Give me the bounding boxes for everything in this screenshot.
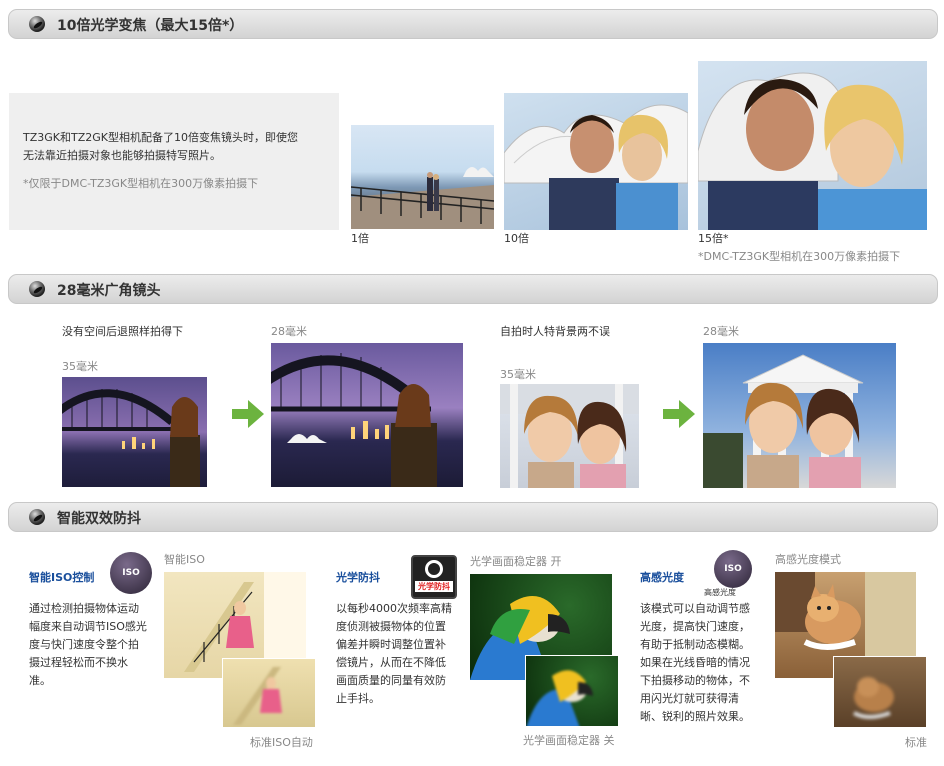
bridge-photo-28mm: [271, 343, 463, 487]
label-35mm-left: 35毫米: [62, 360, 98, 373]
section-header-wide: 28毫米广角镜头: [8, 274, 938, 304]
ois-body-line: 偿镜片，从而在不降低: [336, 656, 446, 669]
ois-body-line: 度侦测被摄物体的位置: [336, 620, 446, 633]
zoom-photo-15x: [698, 61, 927, 230]
caption-10x: 10倍: [504, 232, 529, 245]
zoom-photo-1x: [351, 125, 494, 229]
ois-badge-label: 光学防抖: [415, 581, 453, 592]
ois-heading: 光学防抖: [336, 571, 380, 584]
iso-body-line: 摄过程轻松而不换水: [29, 656, 128, 669]
high-body-line: 晰、锐利的照片效果。: [640, 710, 750, 723]
ois-body: 以每秒4000次频率高精 度侦测被摄物体的位置 偏差并瞬时调整位置补 偿镜片，从…: [336, 600, 452, 708]
zoom-description-box: TZ3GK和TZ2GK型相机配备了10倍变焦镜头时，即使您 无法靠近拍摄对象也能…: [9, 93, 339, 230]
high-body: 该模式可以自动调节感 光度，提高快门速度， 有助于抵制动态模糊。 如果在光线昏暗…: [640, 600, 750, 726]
section-title: 28毫米广角镜头: [57, 283, 161, 299]
iso-body-line: 幅度来自动调节ISO感光: [29, 620, 147, 633]
iso-body-line: 准。: [29, 674, 51, 687]
iso-body: 通过检测拍摄物体运动 幅度来自动调节ISO感光 度与快门速度令整个拍 摄过程轻松…: [29, 600, 147, 690]
high-photo-standard: [833, 656, 927, 728]
iso-img-top-label: 智能ISO: [164, 553, 205, 566]
selfie-photo-28mm: [703, 343, 896, 488]
iso-body-line: 度与快门速度令整个拍: [29, 638, 139, 651]
caption-15x-note: *DMC-TZ3GK型相机在300万像素拍摄下: [698, 250, 901, 263]
caption-15x: 15倍*: [698, 232, 729, 245]
section-header-stab: 智能双效防抖: [8, 502, 938, 532]
high-body-line: 有助于抵制动态模糊。: [640, 638, 750, 651]
section-header-zoom: 10倍光学变焦（最大15倍*）: [8, 9, 938, 39]
high-badge-label: ISO: [724, 564, 742, 574]
iso-heading: 智能ISO控制: [29, 571, 95, 584]
high-img-bottom-label: 标准: [905, 736, 927, 749]
ois-body-line: 止手抖。: [336, 692, 380, 705]
bullet-icon: [29, 281, 45, 297]
ois-img-bottom-label: 光学画面稳定器 关: [523, 734, 615, 747]
high-heading: 高感光度: [640, 571, 684, 584]
high-body-line: 下拍摄移动的物体，不: [640, 674, 750, 687]
ois-img-top-label: 光学画面稳定器 开: [470, 555, 562, 568]
label-28mm-right: 28毫米: [703, 325, 739, 338]
ois-body-line: 画面质量的同量有效防: [336, 674, 446, 687]
wide-right-heading: 自拍时人特背景两不误: [500, 325, 610, 338]
iso-img-bottom-label: 标准ISO自动: [250, 736, 313, 749]
high-badge-caption: 高感光度: [704, 588, 736, 597]
ois-body-line: 偏差并瞬时调整位置补: [336, 638, 446, 651]
bullet-icon: [29, 509, 45, 525]
ois-photo-off: [525, 655, 619, 727]
arrow-right-icon: [663, 400, 695, 428]
high-body-line: 如果在光线昏暗的情况: [640, 656, 750, 669]
section-title: 智能双效防抖: [57, 511, 141, 527]
arrow-right-icon: [232, 400, 264, 428]
wide-left-heading: 没有空间后退照样拍得下: [62, 325, 183, 338]
label-28mm-left: 28毫米: [271, 325, 307, 338]
zoom-photo-10x: [504, 93, 688, 230]
iso-badge-icon: ISO: [110, 552, 152, 594]
high-body-line: 光度，提高快门速度，: [640, 620, 750, 633]
high-img-top-label: 高感光度模式: [775, 553, 841, 566]
zoom-desc-line1: TZ3GK和TZ2GK型相机配备了10倍变焦镜头时，即使您: [23, 131, 298, 144]
iso-badge-label: ISO: [122, 568, 140, 578]
section-title: 10倍光学变焦（最大15倍*）: [57, 18, 244, 34]
zoom-desc-line2: 无法靠近拍摄对象也能够拍摄特写照片。: [23, 149, 221, 162]
selfie-photo-35mm: [500, 384, 639, 488]
label-35mm-right: 35毫米: [500, 368, 536, 381]
caption-1x: 1倍: [351, 232, 369, 245]
bridge-photo-35mm: [62, 377, 207, 487]
high-body-line: 用闪光灯就可获得清: [640, 692, 739, 705]
ois-body-line: 以每秒4000次频率高精: [336, 602, 452, 615]
bullet-icon: [29, 16, 45, 32]
high-body-line: 该模式可以自动调节感: [640, 602, 750, 615]
high-iso-badge-icon: ISO: [714, 550, 752, 588]
ois-badge-icon: 光学防抖: [411, 555, 457, 599]
iso-photo-standard: [222, 658, 316, 728]
iso-body-line: 通过检测拍摄物体运动: [29, 602, 139, 615]
zoom-note: *仅限于DMC-TZ3GK型相机在300万像素拍摄下: [23, 177, 259, 190]
